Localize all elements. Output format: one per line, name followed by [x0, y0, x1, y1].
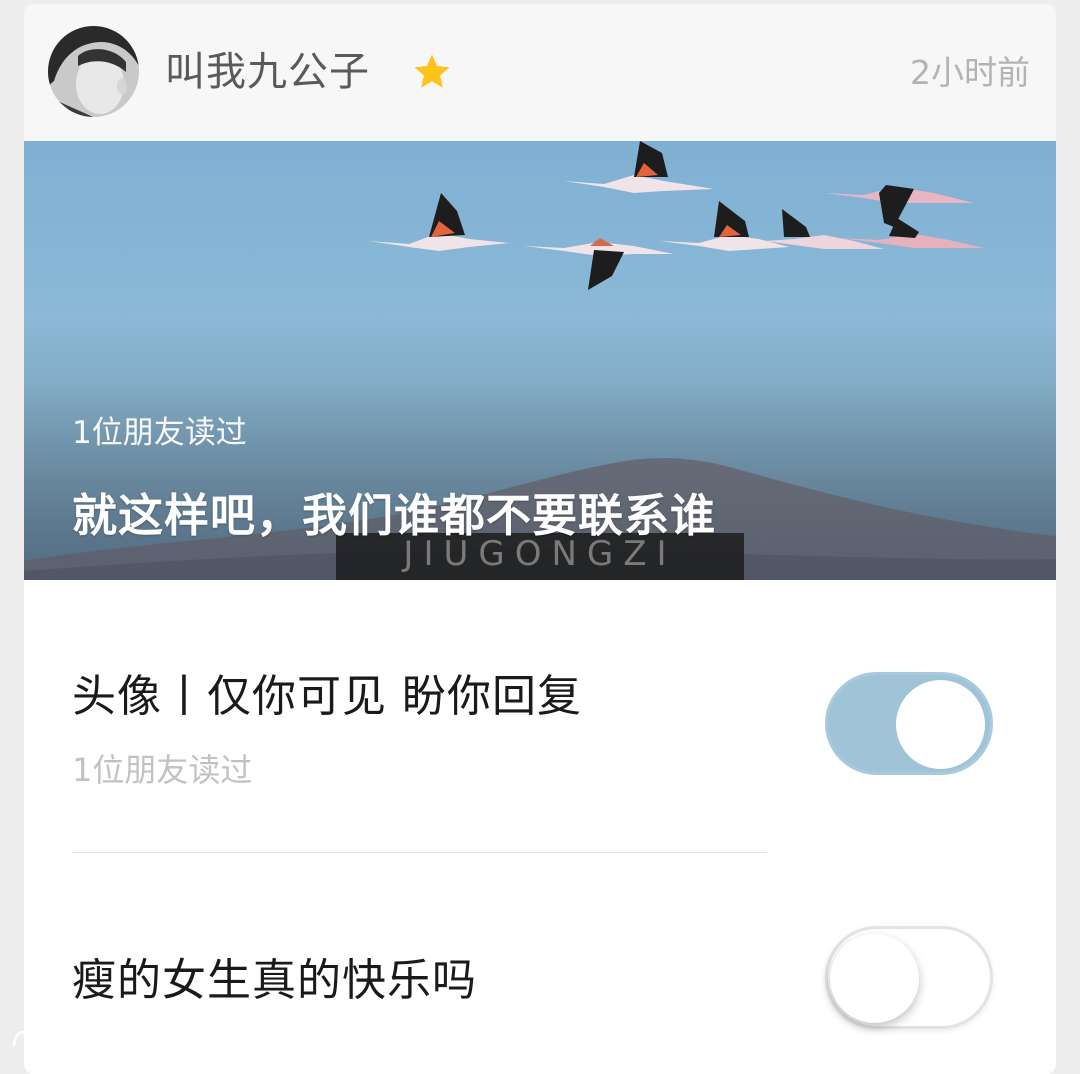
item-title[interactable]: 瘦的女生真的快乐吗	[72, 952, 477, 1010]
banner-readers-count: 1位朋友读过	[72, 415, 247, 451]
banner-image[interactable]: JIUGONGZI 1位朋友读过 就这样吧，我们谁都不要联系谁	[24, 141, 1056, 580]
brand-logo-icon	[12, 1029, 48, 1047]
banner-title[interactable]: 就这样吧，我们谁都不要联系谁	[72, 486, 716, 546]
watermark-text: 大数跨境	[54, 1029, 143, 1054]
star-icon	[414, 54, 450, 88]
site-watermark: 大数跨境	[10, 1022, 142, 1056]
avatar-image	[48, 26, 139, 117]
toggle-switch-off[interactable]	[825, 926, 993, 1029]
toggle-knob	[896, 680, 985, 769]
avatar[interactable]	[48, 26, 139, 117]
item-title[interactable]: 头像丨仅你可见 盼你回复	[72, 668, 582, 726]
card-header: 叫我九公子 2小时前	[24, 4, 1056, 141]
divider	[72, 852, 767, 853]
author-name[interactable]: 叫我九公子	[165, 46, 370, 98]
item-readers-count: 1位朋友读过	[72, 751, 253, 789]
article-card[interactable]: 叫我九公子 2小时前 JIUGONGZI 1位朋友读过 就这样吧，我们谁都不要联…	[24, 4, 1056, 1074]
post-time: 2小时前	[910, 53, 1030, 92]
toggle-switch-on[interactable]	[825, 672, 993, 775]
toggle-knob	[830, 934, 919, 1023]
